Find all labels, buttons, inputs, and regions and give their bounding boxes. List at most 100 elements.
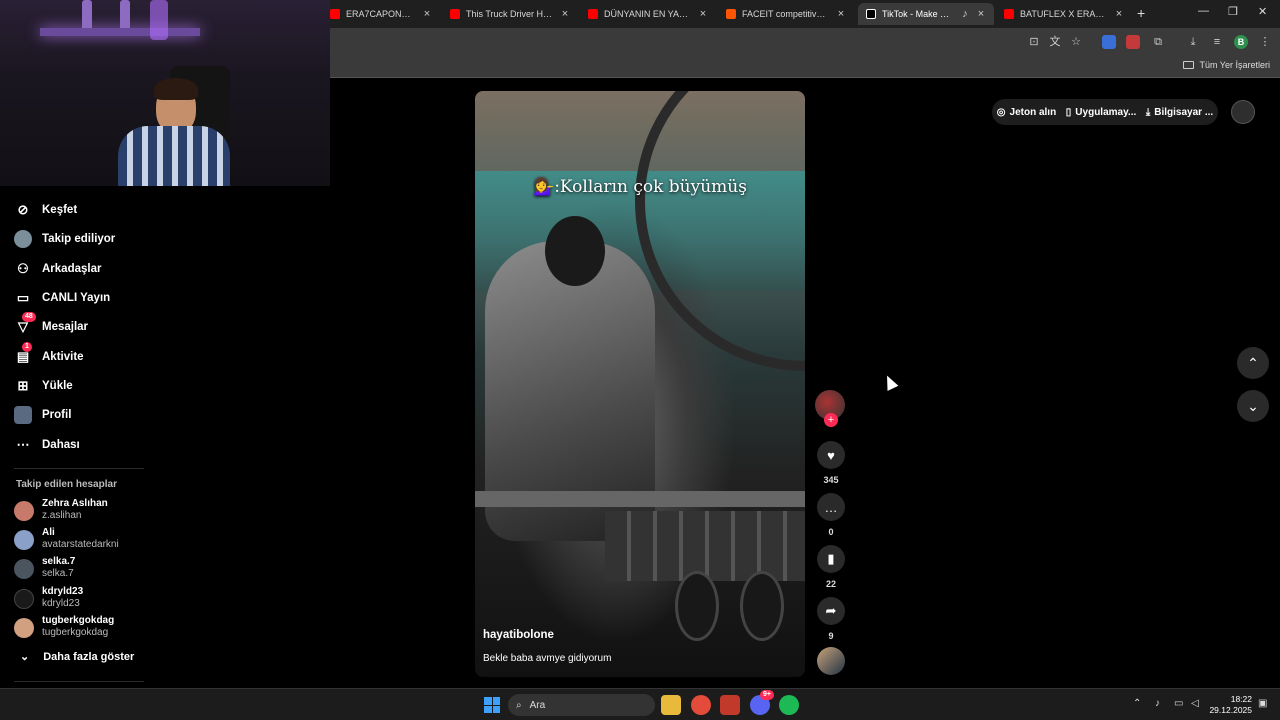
- dumbbell: [740, 571, 784, 641]
- sidebar-item-profile[interactable]: Profil: [14, 404, 71, 426]
- close-tab-icon[interactable]: ×: [1114, 8, 1124, 20]
- account-name: selka.7: [42, 556, 76, 567]
- account-item[interactable]: kdryld23 kdryld23: [14, 586, 83, 610]
- like-button[interactable]: ♥: [817, 441, 845, 469]
- sidebar-item-label: Takip ediliyor: [42, 233, 116, 245]
- phone-icon: ▯: [1065, 106, 1072, 118]
- dumbbell: [675, 571, 719, 641]
- share-button[interactable]: ➦: [817, 597, 845, 625]
- install-app-icon[interactable]: ⊡: [1027, 35, 1041, 49]
- user-avatar[interactable]: [1231, 100, 1255, 124]
- account-name: Zehra Aslıhan: [42, 498, 108, 509]
- tab-4-active[interactable]: TikTok - Make Your D ♪ ×: [858, 3, 994, 25]
- discord-badge: 9+: [760, 690, 774, 700]
- music-disc[interactable]: [817, 647, 845, 675]
- live-tv-icon: ▭: [16, 290, 30, 305]
- tab-5[interactable]: BATUFLEX X ERA7CAPON ×: [996, 3, 1132, 25]
- sidebar-item-live[interactable]: ▭ CANLI Yayın: [14, 287, 110, 309]
- avatar: [14, 589, 34, 609]
- tab-0[interactable]: ERA7CAPONE X ŞAM - Ö ×: [322, 3, 440, 25]
- puzzle-extensions-icon[interactable]: ⧉: [1151, 35, 1165, 49]
- shelf: [40, 28, 200, 36]
- share-count: 9: [828, 631, 834, 641]
- desktop-app-label: Bilgisayar ...: [1154, 106, 1214, 118]
- account-item[interactable]: tugberkgokdag tugberkgokdag: [14, 615, 114, 639]
- microphone-icon[interactable]: ♪: [1155, 698, 1160, 709]
- mouse-cursor: [881, 373, 899, 391]
- comment-button[interactable]: …: [817, 493, 845, 521]
- chrome-icon[interactable]: [691, 695, 711, 715]
- tab-3[interactable]: FACEIT competitive matc ×: [718, 3, 854, 25]
- translate-icon[interactable]: 文: [1048, 35, 1062, 49]
- video-author[interactable]: hayatibolone: [483, 629, 554, 641]
- windows-start-icon[interactable]: [484, 697, 500, 713]
- close-tab-icon[interactable]: ×: [836, 8, 846, 20]
- file-explorer-icon[interactable]: [661, 695, 681, 715]
- account-item[interactable]: Zehra Aslıhan z.aslihan: [14, 498, 108, 522]
- close-tab-icon[interactable]: ×: [560, 8, 570, 20]
- avatar: [14, 530, 34, 550]
- clock-time: 18:22: [1230, 694, 1252, 704]
- spotify-icon[interactable]: [779, 695, 799, 715]
- sidebar-item-upload[interactable]: ⊞ Yükle: [14, 375, 73, 397]
- chevron-down-icon: ⌄: [20, 651, 30, 663]
- app-icon[interactable]: [720, 695, 740, 715]
- account-item[interactable]: selka.7 selka.7: [14, 556, 75, 580]
- sidebar-item-explore[interactable]: ⊘ Keşfet: [14, 199, 78, 221]
- avatar: [14, 559, 34, 579]
- bookmark-star-icon[interactable]: ☆: [1069, 35, 1083, 49]
- previous-video-button[interactable]: ⌃: [1237, 347, 1269, 379]
- restore-icon[interactable]: ❐: [1228, 5, 1238, 18]
- sidebar-item-friends[interactable]: ⚇ Arkadaşlar: [14, 258, 101, 280]
- tray-chevron-up-icon[interactable]: ⌃: [1133, 698, 1141, 709]
- taskbar-clock[interactable]: 18:22 29.12.2025: [1206, 694, 1252, 716]
- account-item[interactable]: Ali avatarstatedarkni: [14, 527, 119, 551]
- sidebar-item-label: CANLI Yayın: [42, 292, 111, 304]
- get-coins-button[interactable]: ◎ Jeton alın: [997, 107, 1056, 118]
- trophy: [82, 0, 92, 28]
- save-button[interactable]: ▮: [817, 545, 845, 573]
- discord-icon[interactable]: 9+: [750, 690, 774, 715]
- youtube-favicon-icon: [330, 9, 340, 19]
- sidebar-item-label: Keşfet: [42, 204, 78, 216]
- taskbar-search[interactable]: ⌕ Ara: [508, 694, 655, 716]
- profile-avatar[interactable]: B: [1234, 35, 1248, 49]
- new-tab-icon[interactable]: +: [1137, 5, 1145, 21]
- close-tab-icon[interactable]: ×: [976, 8, 986, 20]
- account-username: kdryld23: [42, 598, 80, 609]
- volume-icon[interactable]: ◁: [1191, 698, 1199, 709]
- extension-icon[interactable]: [1102, 35, 1116, 49]
- notification-icon[interactable]: ▣: [1258, 698, 1267, 709]
- close-tab-icon[interactable]: ×: [698, 8, 708, 20]
- media-control-icon[interactable]: ≡: [1210, 35, 1224, 49]
- tab-title: FACEIT competitive matc: [742, 9, 830, 19]
- minimize-icon[interactable]: —: [1198, 5, 1209, 17]
- get-app-button[interactable]: ▯ Uygulamay...: [1066, 107, 1136, 118]
- all-bookmarks-folder[interactable]: Tüm Yer İşaretleri: [1183, 60, 1270, 70]
- download-icon[interactable]: ⤓: [1186, 35, 1200, 49]
- tab-title: This Truck Driver Had Eno: [466, 9, 554, 19]
- sidebar-item-more[interactable]: ⋯ Dahası: [14, 434, 80, 456]
- menu-kebab-icon[interactable]: ⋮: [1258, 35, 1272, 49]
- close-tab-icon[interactable]: ×: [422, 8, 432, 20]
- next-video-button[interactable]: ⌄: [1237, 390, 1269, 422]
- speaker-icon[interactable]: ♪: [960, 8, 970, 20]
- network-icon[interactable]: ▭: [1174, 698, 1183, 709]
- desktop-app-button[interactable]: ⤓ Bilgisayar ...: [1146, 107, 1213, 118]
- compass-icon: ⊘: [17, 202, 29, 217]
- gym-arch: [635, 91, 805, 371]
- search-icon: ⌕: [516, 699, 522, 711]
- heart-icon: ♥: [827, 447, 835, 463]
- show-more-button[interactable]: ⌄ Daha fazla göster: [20, 650, 134, 664]
- more-dots-icon: ⋯: [16, 437, 30, 452]
- tab-2[interactable]: DÜNYANIN EN YALNIZ EV ×: [580, 3, 716, 25]
- extension-icon[interactable]: [1126, 35, 1140, 49]
- gym-bench: [475, 491, 805, 507]
- close-window-icon[interactable]: ✕: [1258, 5, 1267, 18]
- tab-1[interactable]: This Truck Driver Had Eno ×: [442, 3, 578, 25]
- follow-plus-icon[interactable]: +: [824, 413, 838, 427]
- following-avatar-icon: [14, 230, 32, 248]
- sidebar-item-messages[interactable]: ▽ 48 Mesajlar: [14, 312, 88, 338]
- sidebar-item-activity[interactable]: ▤ 1 Aktivite: [14, 342, 84, 368]
- sidebar-item-following[interactable]: Takip ediliyor: [14, 228, 115, 250]
